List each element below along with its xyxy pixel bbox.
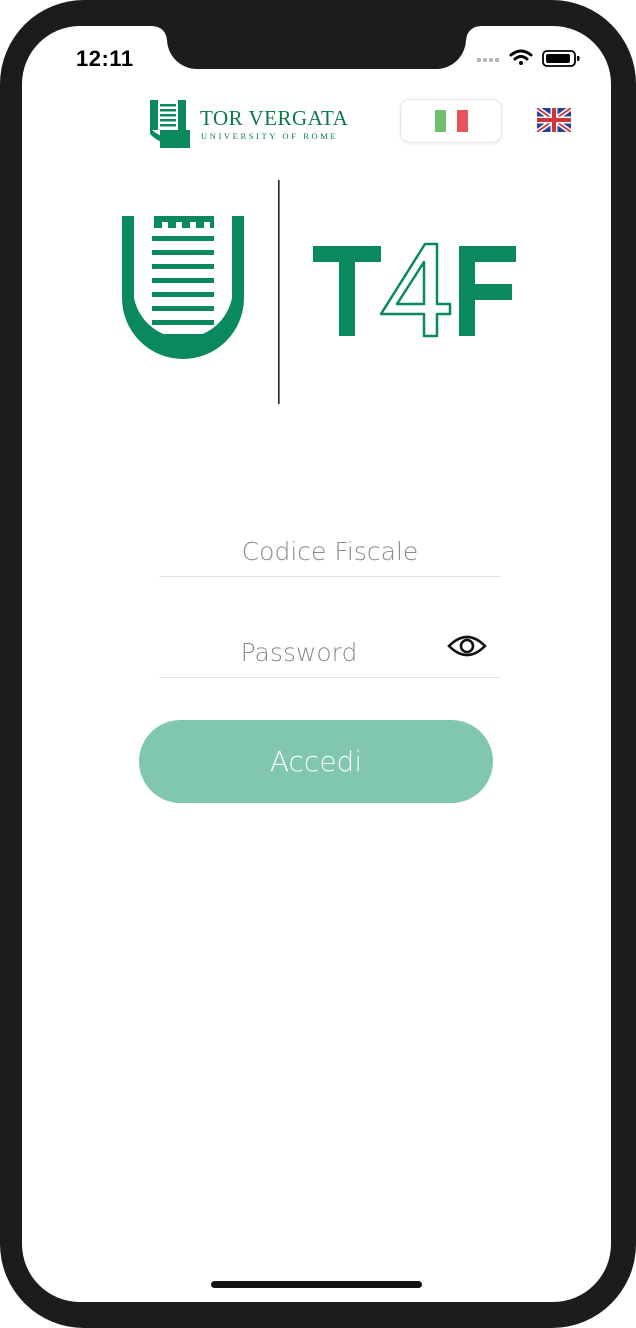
wifi-icon bbox=[509, 49, 533, 65]
device-notch bbox=[153, 26, 480, 69]
italy-flag-icon bbox=[435, 110, 468, 132]
device-frame: 12:11 TOR VERGATA UNIVERSITY OF ROME Cod… bbox=[0, 0, 636, 1328]
t4f-wordmark bbox=[313, 242, 516, 338]
home-indicator[interactable] bbox=[211, 1281, 422, 1288]
app-logo bbox=[122, 180, 522, 406]
tor-vergata-u-emblem bbox=[122, 216, 244, 359]
status-indicators bbox=[477, 46, 597, 70]
logo-divider bbox=[278, 180, 280, 404]
accedi-button[interactable]: Accedi bbox=[139, 720, 493, 803]
password-field bbox=[159, 627, 501, 678]
language-english-button[interactable] bbox=[535, 105, 573, 135]
password-input[interactable] bbox=[159, 627, 439, 677]
codice-fiscale-input[interactable] bbox=[159, 526, 501, 576]
codice-fiscale-field bbox=[159, 526, 501, 577]
university-shield-icon bbox=[150, 100, 190, 148]
phone-screen: 12:11 TOR VERGATA UNIVERSITY OF ROME Cod… bbox=[22, 26, 611, 1302]
show-password-toggle[interactable] bbox=[447, 630, 487, 662]
language-italian-button[interactable] bbox=[400, 99, 502, 143]
signal-icon bbox=[477, 58, 499, 62]
uk-flag-icon bbox=[535, 105, 573, 135]
university-name: TOR VERGATA bbox=[200, 106, 349, 130]
eye-icon bbox=[447, 635, 487, 657]
status-time: 12:11 bbox=[76, 46, 134, 71]
university-brand: TOR VERGATA UNIVERSITY OF ROME bbox=[150, 100, 355, 148]
battery-icon bbox=[542, 50, 580, 67]
university-subtitle: UNIVERSITY OF ROME bbox=[201, 131, 339, 141]
